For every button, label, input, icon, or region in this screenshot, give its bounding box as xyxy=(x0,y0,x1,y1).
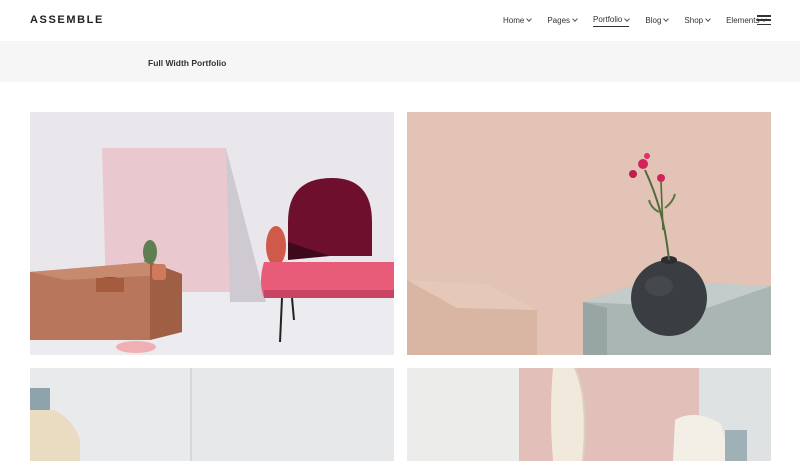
lamp-photo xyxy=(30,368,394,461)
nav-item-shop[interactable]: Shop xyxy=(684,15,711,27)
nav-item-portfolio[interactable]: Portfolio xyxy=(593,15,631,27)
portfolio-item-chair[interactable] xyxy=(30,112,394,355)
chevron-down-icon xyxy=(572,16,578,22)
site-header: ASSEMBLE Home Pages Portfolio Blog Shop … xyxy=(0,0,800,41)
nav-label: Shop xyxy=(684,15,704,25)
portfolio-item-vase[interactable] xyxy=(407,112,771,355)
site-logo[interactable]: ASSEMBLE xyxy=(30,14,104,26)
main-nav: Home Pages Portfolio Blog Shop Elements xyxy=(503,15,782,27)
nav-item-blog[interactable]: Blog xyxy=(645,15,670,27)
vase-photo xyxy=(407,112,771,355)
chevron-down-icon xyxy=(526,16,533,22)
page-title: Full Width Portfolio xyxy=(148,58,227,68)
towel-photo xyxy=(407,368,771,461)
nav-label: Elements xyxy=(726,15,760,25)
title-bar: Full Width Portfolio xyxy=(0,41,800,82)
portfolio-item-towel[interactable] xyxy=(407,368,771,461)
nav-label: Portfolio xyxy=(593,15,623,24)
chair-photo xyxy=(30,112,394,355)
chevron-down-icon xyxy=(624,15,631,22)
menu-icon[interactable] xyxy=(757,15,771,25)
nav-label: Blog xyxy=(645,15,662,25)
chevron-down-icon xyxy=(663,16,670,22)
portfolio-item-lamp[interactable] xyxy=(30,368,394,461)
nav-label: Home xyxy=(503,15,525,25)
nav-label: Pages xyxy=(547,15,571,25)
nav-item-home[interactable]: Home xyxy=(503,15,533,27)
nav-item-pages[interactable]: Pages xyxy=(547,15,578,27)
chevron-down-icon xyxy=(705,16,711,22)
